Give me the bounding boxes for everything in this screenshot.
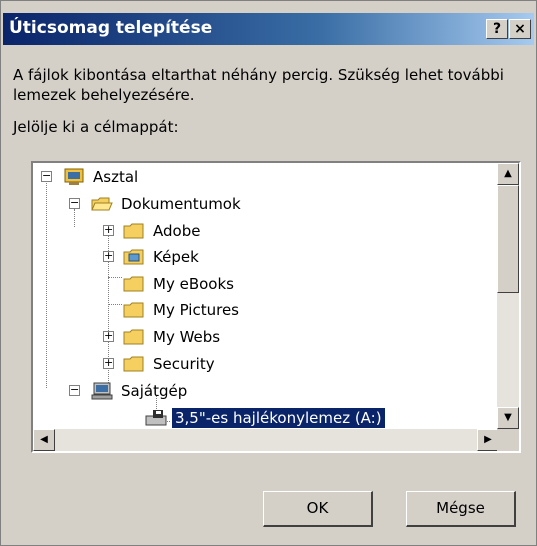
- expander-sajatgep[interactable]: −: [69, 384, 80, 396]
- folder-icon: [123, 223, 144, 239]
- scrollbar-corner: [497, 429, 519, 451]
- floppy-drive-icon: [145, 410, 167, 426]
- ok-button[interactable]: OK: [263, 491, 373, 527]
- tree-node-sajatgep[interactable]: Sajátgép: [91, 380, 190, 402]
- tree-node-my-webs[interactable]: My Webs: [123, 326, 223, 348]
- tree-node-my-pictures[interactable]: My Pictures: [123, 299, 242, 321]
- scroll-up-button[interactable]: ▲: [497, 163, 519, 185]
- expander-my-webs[interactable]: +: [103, 330, 114, 342]
- folder-pictures-icon: [123, 249, 144, 265]
- tree-node-security[interactable]: Security: [123, 353, 218, 375]
- scroll-down-button[interactable]: ▼: [497, 407, 519, 429]
- description-text: A fájlok kibontása eltarthat néhány perc…: [13, 66, 504, 104]
- tree-node-label: My Webs: [153, 328, 221, 346]
- tree-node-label: My eBooks: [153, 275, 234, 293]
- install-dialog: Úticsomag telepítése ? × A fájlok kibont…: [0, 0, 537, 546]
- folder-prompt: Jelölje ki a célmappát:: [13, 118, 179, 136]
- help-button[interactable]: ?: [486, 19, 508, 39]
- tree-viewport: − Asztal − Dokumentumok + Adobe + Képek …: [33, 163, 499, 429]
- cancel-button[interactable]: Mégse: [406, 491, 516, 527]
- expander-kepek[interactable]: +: [103, 250, 114, 262]
- expander-security[interactable]: +: [103, 357, 114, 369]
- horizontal-scrollbar[interactable]: ◀ ▶: [33, 429, 499, 451]
- tree-node-label: Dokumentumok: [121, 195, 241, 213]
- computer-icon: [91, 382, 113, 400]
- close-button[interactable]: ×: [509, 19, 531, 39]
- tree-node-label: Asztal: [93, 168, 139, 186]
- folder-icon: [123, 276, 144, 292]
- expander-dokumentumok[interactable]: −: [69, 197, 80, 209]
- vertical-scrollbar[interactable]: ▲ ▼: [497, 163, 519, 429]
- tree-node-kepek[interactable]: Képek: [123, 246, 202, 268]
- folder-icon: [123, 329, 144, 345]
- folder-icon: [123, 302, 144, 318]
- folder-tree[interactable]: − Asztal − Dokumentumok + Adobe + Képek …: [31, 161, 521, 453]
- title-bar[interactable]: Úticsomag telepítése ? ×: [3, 13, 534, 45]
- tree-node-label: Security: [153, 355, 215, 373]
- tree-node-asztal[interactable]: Asztal: [63, 166, 141, 188]
- scroll-right-button[interactable]: ▶: [477, 429, 499, 451]
- tree-node-label: Képek: [153, 248, 199, 266]
- folder-open-icon: [91, 197, 113, 211]
- tree-node-label: Sajátgép: [121, 382, 188, 400]
- tree-node-dokumentumok[interactable]: Dokumentumok: [91, 193, 244, 215]
- tree-node-label: Adobe: [153, 222, 201, 240]
- vertical-scroll-thumb[interactable]: [497, 185, 519, 293]
- folder-icon: [123, 356, 144, 372]
- tree-node-label: My Pictures: [153, 301, 239, 319]
- scroll-left-button[interactable]: ◀: [33, 429, 55, 451]
- tree-node-adobe[interactable]: Adobe: [123, 220, 203, 242]
- desktop-icon: [64, 168, 84, 185]
- expander-adobe[interactable]: +: [103, 224, 114, 236]
- tree-node-label: 3,5"-es hajlékonylemez (A:): [171, 407, 386, 429]
- expander-asztal[interactable]: −: [41, 170, 52, 182]
- tree-node-floppy-drive[interactable]: 3,5"-es hajlékonylemez (A:): [145, 407, 386, 429]
- tree-node-my-ebooks[interactable]: My eBooks: [123, 273, 237, 295]
- dialog-title: Úticsomag telepítése: [9, 18, 213, 38]
